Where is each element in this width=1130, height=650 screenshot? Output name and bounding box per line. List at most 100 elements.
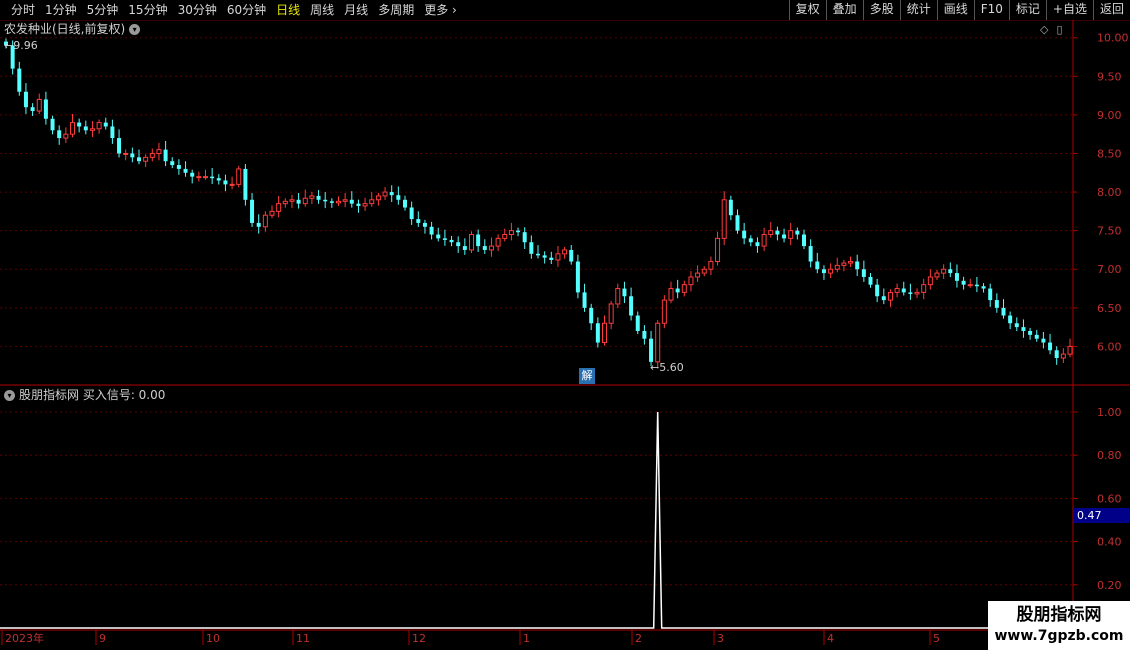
candle-body — [841, 262, 847, 266]
time-tick-label: 2023年 — [5, 631, 44, 645]
price-tick-label: 9.00 — [1097, 109, 1122, 122]
candle-body — [908, 292, 913, 294]
candle-body — [36, 98, 42, 112]
candle-body — [516, 230, 521, 233]
candle-body — [302, 197, 308, 205]
candle-body — [701, 268, 707, 274]
candle-body — [681, 284, 687, 293]
high-price-label: ←9.96 — [4, 39, 38, 52]
candle-body — [403, 199, 407, 208]
watermark-title: 股朋指标网 — [1016, 605, 1102, 625]
candle-body — [661, 299, 667, 324]
candle-body — [901, 288, 906, 293]
time-tick-label: 3 — [717, 632, 724, 645]
candle-body — [170, 161, 175, 166]
candle-body — [442, 238, 447, 240]
candle-body — [23, 91, 28, 108]
candle-body — [149, 152, 155, 158]
candle-body — [948, 269, 953, 274]
candle-body — [848, 261, 854, 264]
candle-body — [1008, 315, 1013, 324]
indicator-axis: 1.00 0.80 0.60 0.40 0.20 — [1073, 406, 1122, 592]
candlestick-series — [4, 38, 1073, 369]
candle-body — [256, 222, 261, 227]
candle-body — [868, 276, 873, 285]
candle-body — [117, 138, 122, 154]
candle-body — [735, 215, 740, 231]
candle-body — [262, 214, 268, 228]
time-tick-label: 10 — [206, 632, 220, 645]
candle-body — [1041, 338, 1046, 343]
chevron-down-icon[interactable]: ▾ — [4, 389, 15, 401]
candle-body — [721, 199, 727, 239]
candle-body — [569, 249, 574, 262]
indicator-title: 股朋指标网 买入信号: 0.00 — [19, 388, 166, 402]
indicator-tick-label: 0.40 — [1097, 536, 1122, 549]
price-tick-label: 8.50 — [1097, 147, 1122, 160]
candle-body — [449, 239, 454, 243]
candle-body — [50, 118, 55, 131]
candle-body — [954, 273, 959, 281]
candle-body — [223, 180, 228, 185]
candle-body — [755, 242, 760, 247]
candle-body — [927, 276, 933, 286]
unlock-marker[interactable]: 解 — [579, 368, 595, 384]
time-axis: 2023年 9 10 11 12 1 2 3 4 5 — [1, 630, 940, 645]
candle-body — [1060, 353, 1066, 359]
price-tick-label: 7.00 — [1097, 263, 1122, 276]
low-price-label: ←5.60 — [650, 361, 684, 374]
candle-body — [655, 322, 661, 363]
candle-body — [289, 199, 295, 202]
candle-body — [476, 234, 481, 247]
candle-body — [416, 219, 421, 223]
candle-body — [821, 269, 826, 274]
candle-body — [941, 268, 947, 274]
candle-body — [409, 207, 414, 220]
candle-body — [282, 200, 288, 205]
time-tick-label: 1 — [523, 632, 530, 645]
candle-body — [562, 249, 568, 255]
candle-body — [216, 178, 221, 181]
candle-body — [675, 288, 680, 293]
candle-body — [123, 152, 129, 155]
candle-body — [296, 199, 301, 204]
candle-body — [156, 149, 162, 154]
chart-canvas: 10.00 9.50 9.00 8.50 8.00 7.50 7.00 6.50 6.00 1.… — [0, 20, 1130, 650]
candle-body — [761, 234, 767, 247]
candle-body — [429, 226, 434, 235]
candle-body — [602, 322, 607, 344]
candle-body — [336, 200, 341, 204]
candle-body — [210, 176, 215, 179]
candle-body — [96, 122, 102, 130]
candle-body — [536, 253, 540, 256]
candle-body — [967, 284, 973, 287]
candle-body — [981, 286, 986, 289]
candle-body — [608, 303, 614, 324]
indicator-tick-label: 0.20 — [1097, 579, 1122, 592]
candle-body — [708, 261, 714, 270]
candle-body — [988, 288, 993, 301]
candle-body — [768, 230, 774, 236]
candle-body — [362, 203, 368, 207]
candle-body — [30, 107, 35, 112]
candle-body — [1001, 307, 1006, 316]
candle-body — [921, 284, 927, 293]
indicator-tick-label: 1.00 — [1097, 406, 1122, 419]
candle-body — [994, 300, 999, 308]
candle-body — [974, 284, 979, 287]
candle-body — [57, 130, 62, 139]
annotations: ←9.96 ←5.60 — [4, 39, 684, 374]
candle-body — [43, 99, 48, 119]
watermark-url: www.7gpzb.com — [994, 628, 1124, 644]
candle-body — [462, 246, 467, 250]
candle-body — [77, 122, 82, 127]
candle-body — [748, 238, 753, 243]
candle-body — [103, 122, 108, 127]
time-tick-label: 2 — [635, 632, 642, 645]
candle-body — [469, 234, 474, 251]
candle-body — [881, 296, 886, 301]
candle-body — [482, 246, 487, 250]
signal-line — [0, 411, 1073, 629]
candle-body — [369, 199, 375, 205]
candle-body — [742, 230, 747, 239]
